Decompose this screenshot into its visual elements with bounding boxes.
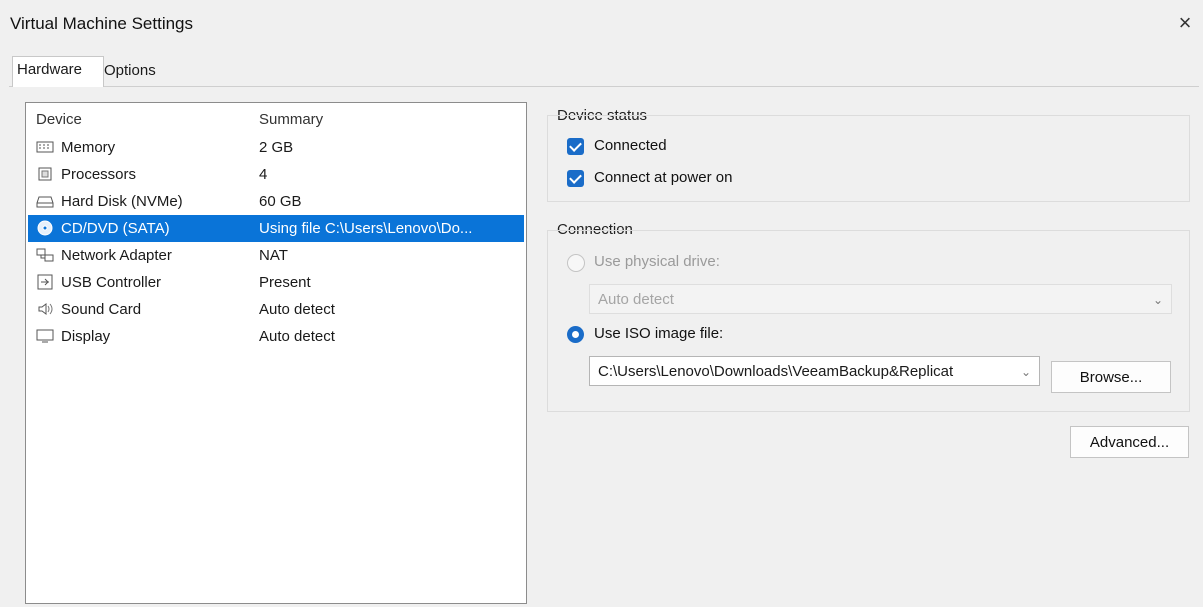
device-summary: 2 GB <box>259 139 294 156</box>
physical-drive-value: Auto detect <box>598 291 674 308</box>
device-name: Hard Disk (NVMe) <box>61 193 183 210</box>
hard-disk-icon <box>36 196 54 208</box>
device-row-cd-dvd[interactable]: CD/DVD (SATA) Using file C:\Users\Lenovo… <box>28 215 524 242</box>
device-summary: 60 GB <box>259 193 302 210</box>
device-name: USB Controller <box>61 274 162 291</box>
chevron-down-icon: ⌄ <box>1152 293 1163 307</box>
browse-button[interactable]: Browse... <box>1051 361 1171 393</box>
usb-controller-icon <box>37 274 53 290</box>
device-name: Display <box>61 328 111 345</box>
connect-at-power-on-checkbox[interactable] <box>567 170 584 187</box>
device-name: Network Adapter <box>61 247 172 264</box>
window-title: Virtual Machine Settings <box>10 14 194 33</box>
close-icon[interactable]: × <box>1172 10 1198 36</box>
advanced-button[interactable]: Advanced... <box>1070 426 1189 458</box>
connected-label[interactable]: Connected <box>594 137 667 154</box>
device-summary: Using file C:\Users\Lenovo\Do... <box>259 220 473 237</box>
use-iso-image-label[interactable]: Use ISO image file: <box>594 325 723 342</box>
summary-column-header[interactable]: Summary <box>259 111 323 128</box>
device-row-sound-card[interactable]: Sound Card Auto detect <box>28 296 524 323</box>
device-name: Memory <box>61 139 116 156</box>
tab-hardware[interactable]: Hardware <box>12 56 104 87</box>
device-row-network-adapter[interactable]: Network Adapter NAT <box>28 242 524 269</box>
memory-icon <box>36 141 54 153</box>
device-row-display[interactable]: Display Auto detect <box>28 323 524 350</box>
device-name: CD/DVD (SATA) <box>61 220 170 237</box>
speaker-icon <box>38 303 53 315</box>
chevron-down-icon[interactable]: ⌄ <box>1021 357 1031 387</box>
cd-dvd-icon <box>37 220 53 236</box>
monitor-icon <box>36 329 54 343</box>
iso-path-input[interactable]: C:\Users\Lenovo\Downloads\VeeamBackup&Re… <box>589 356 1040 386</box>
device-summary: 4 <box>259 166 268 183</box>
device-row-processors[interactable]: Processors 4 <box>28 161 524 188</box>
device-summary: Auto detect <box>259 328 335 345</box>
device-row-usb-controller[interactable]: USB Controller Present <box>28 269 524 296</box>
device-status-group <box>547 115 1190 202</box>
use-iso-image-radio[interactable] <box>567 326 584 343</box>
device-list[interactable]: Device Summary Memory 2 GB Processors 4 … <box>25 102 527 604</box>
physical-drive-select[interactable]: Auto detect ⌄ <box>589 284 1172 314</box>
connected-checkbox[interactable] <box>567 138 584 155</box>
device-row-memory[interactable]: Memory 2 GB <box>28 134 524 161</box>
device-summary: Present <box>259 274 311 291</box>
device-row-hard-disk[interactable]: Hard Disk (NVMe) 60 GB <box>28 188 524 215</box>
connect-at-power-on-label[interactable]: Connect at power on <box>594 169 732 186</box>
device-summary: NAT <box>259 247 288 264</box>
device-column-header[interactable]: Device <box>36 111 82 128</box>
device-name: Sound Card <box>61 301 142 318</box>
iso-path-value: C:\Users\Lenovo\Downloads\VeeamBackup&Re… <box>598 363 954 380</box>
device-name: Processors <box>61 166 137 183</box>
processor-icon <box>38 167 52 181</box>
device-summary: Auto detect <box>259 301 335 318</box>
use-physical-drive-radio[interactable] <box>567 254 585 272</box>
network-adapter-icon <box>36 248 54 262</box>
tab-options[interactable]: Options <box>100 58 174 84</box>
use-physical-drive-label[interactable]: Use physical drive: <box>594 253 720 270</box>
